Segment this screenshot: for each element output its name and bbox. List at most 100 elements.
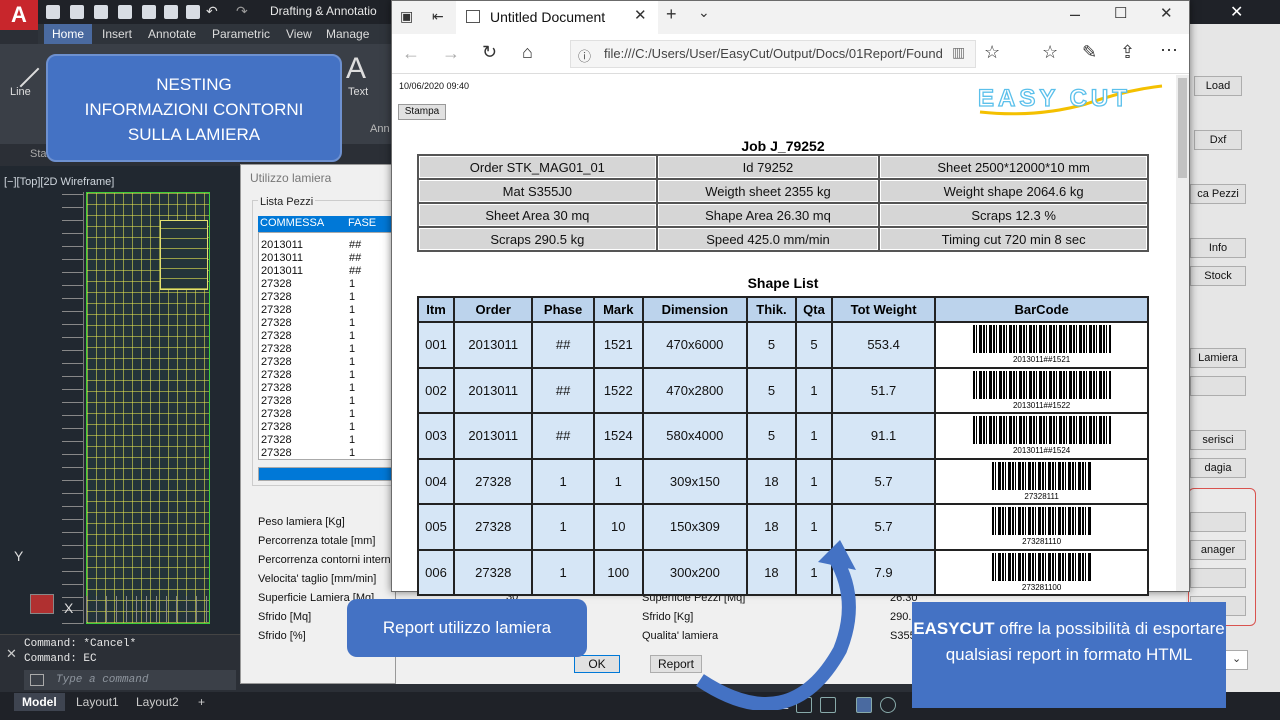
- list-item-fase[interactable]: 1: [349, 291, 355, 304]
- list-item-fase[interactable]: 1: [349, 395, 355, 408]
- close-tab-icon[interactable]: ✕: [634, 6, 647, 24]
- manager-button[interactable]: anager: [1190, 540, 1246, 560]
- list-item-fase[interactable]: 1: [349, 382, 355, 395]
- viewport-label[interactable]: [−][Top][2D Wireframe]: [4, 176, 114, 188]
- list-item-commessa[interactable]: 27328: [261, 317, 292, 330]
- list-item-commessa[interactable]: 2013011: [261, 265, 303, 278]
- refresh-icon[interactable]: ↻: [482, 42, 497, 63]
- list-item-fase[interactable]: ##: [349, 265, 361, 278]
- list-item-fase[interactable]: 1: [349, 356, 355, 369]
- autocad-logo[interactable]: A: [0, 0, 38, 30]
- panel-button[interactable]: [1190, 512, 1246, 532]
- tab-layout2[interactable]: Layout2: [128, 693, 187, 711]
- tab-annotate[interactable]: Annotate: [140, 24, 204, 44]
- column-fase[interactable]: FASE: [348, 217, 376, 229]
- tab-manage[interactable]: Manage: [318, 24, 377, 44]
- ok-button[interactable]: OK: [574, 655, 620, 673]
- list-item-fase[interactable]: ##: [349, 252, 361, 265]
- list-item-fase[interactable]: 1: [349, 421, 355, 434]
- pen-icon[interactable]: ✎: [1082, 42, 1097, 63]
- tab-model[interactable]: Model: [14, 693, 65, 711]
- load-button[interactable]: Load: [1194, 76, 1242, 96]
- scrollbar-thumb[interactable]: [1178, 78, 1187, 178]
- forward-icon[interactable]: →: [442, 43, 460, 64]
- list-item-commessa[interactable]: 27328: [261, 278, 292, 291]
- line-tool-label[interactable]: Line: [10, 86, 31, 98]
- list-item-fase[interactable]: 1: [349, 278, 355, 291]
- lamiera-button[interactable]: Lamiera: [1190, 348, 1246, 368]
- back-icon[interactable]: ←: [402, 43, 420, 64]
- list-item-commessa[interactable]: 27328: [261, 421, 292, 434]
- browser-tab-title[interactable]: Untitled Document: [490, 1, 605, 34]
- list-item-commessa[interactable]: 27328: [261, 447, 292, 460]
- column-commessa[interactable]: COMMESSA: [260, 217, 324, 229]
- close-icon[interactable]: ✕: [1230, 2, 1243, 22]
- chevron-down-icon[interactable]: ⌄: [698, 4, 710, 21]
- list-item-fase[interactable]: 1: [349, 304, 355, 317]
- list-item-commessa[interactable]: 2013011: [261, 252, 303, 265]
- plot-icon[interactable]: [164, 5, 178, 19]
- save-as-icon[interactable]: [118, 5, 132, 19]
- list-item-commessa[interactable]: 27328: [261, 408, 292, 421]
- close-window-icon[interactable]: ✕: [1160, 4, 1173, 22]
- list-item-commessa[interactable]: 27328: [261, 343, 292, 356]
- dxf-button[interactable]: Dxf: [1194, 130, 1242, 150]
- polar-icon[interactable]: [880, 697, 896, 713]
- url-text[interactable]: file:///C:/Users/User/EasyCut/Output/Doc…: [604, 46, 944, 61]
- undo-icon[interactable]: ↶: [206, 3, 218, 20]
- list-item-fase[interactable]: 1: [349, 369, 355, 382]
- list-item-commessa[interactable]: 27328: [261, 356, 292, 369]
- reading-view-icon[interactable]: ▥: [952, 44, 965, 61]
- info-button[interactable]: Info: [1190, 238, 1246, 258]
- command-input[interactable]: Type a command: [24, 670, 236, 690]
- list-item-commessa[interactable]: 27328: [261, 291, 292, 304]
- list-item-commessa[interactable]: 27328: [261, 369, 292, 382]
- tab-insert[interactable]: Insert: [94, 24, 140, 44]
- text-tool-icon[interactable]: A: [346, 52, 366, 86]
- list-item-commessa[interactable]: 27328: [261, 330, 292, 343]
- add-layout-button[interactable]: +: [190, 693, 213, 711]
- new-file-icon[interactable]: [46, 5, 60, 19]
- more-icon[interactable]: ⋯: [1160, 40, 1178, 61]
- list-item-fase[interactable]: 1: [349, 330, 355, 343]
- tab-view[interactable]: View: [278, 24, 320, 44]
- cerca-pezzi-button[interactable]: ca Pezzi: [1190, 184, 1246, 204]
- home-icon[interactable]: ⌂: [522, 42, 533, 63]
- favorites-list-icon[interactable]: ☆: [1042, 42, 1058, 63]
- list-item-commessa[interactable]: 27328: [261, 304, 292, 317]
- open-folder-icon[interactable]: [70, 5, 84, 19]
- list-item-fase[interactable]: ##: [349, 239, 361, 252]
- maximize-icon[interactable]: ☐: [1114, 4, 1127, 22]
- list-item-fase[interactable]: 1: [349, 408, 355, 421]
- share-icon[interactable]: ⇪: [1120, 42, 1135, 63]
- list-item-commessa[interactable]: 27328: [261, 382, 292, 395]
- new-tab-icon[interactable]: +: [666, 4, 677, 25]
- panel-button[interactable]: [1190, 568, 1246, 588]
- chevron-down-icon[interactable]: ⌄: [1232, 652, 1241, 665]
- print-button[interactable]: Stampa: [398, 104, 446, 120]
- stock-button[interactable]: Stock: [1190, 266, 1246, 286]
- list-item-fase[interactable]: 1: [349, 447, 355, 460]
- workspace-switcher[interactable]: Drafting & Annotatio: [270, 4, 377, 18]
- list-item-fase[interactable]: 1: [349, 343, 355, 356]
- list-item-fase[interactable]: 1: [349, 434, 355, 447]
- panel-button[interactable]: [1190, 376, 1246, 396]
- tab-layout1[interactable]: Layout1: [68, 693, 127, 711]
- command-prompt-icon[interactable]: [30, 674, 44, 686]
- favorite-star-icon[interactable]: ☆: [984, 42, 1000, 63]
- tab-preview-icon[interactable]: ⇤: [432, 8, 444, 25]
- inserisci-button[interactable]: serisci: [1190, 430, 1246, 450]
- tab-home[interactable]: Home: [44, 24, 93, 44]
- save-icon[interactable]: [94, 5, 108, 19]
- redo-icon[interactable]: ↷: [236, 3, 248, 20]
- info-icon[interactable]: ⓘ: [578, 46, 591, 65]
- minimize-icon[interactable]: –: [1070, 4, 1080, 25]
- web-icon[interactable]: [142, 5, 156, 19]
- tab-actions-icon[interactable]: ▣: [400, 8, 413, 25]
- adagia-button[interactable]: dagia: [1190, 458, 1246, 478]
- tab-parametric[interactable]: Parametric: [204, 24, 278, 44]
- list-item-commessa[interactable]: 27328: [261, 434, 292, 447]
- list-item-commessa[interactable]: 2013011: [261, 239, 303, 252]
- list-item-fase[interactable]: 1: [349, 317, 355, 330]
- print-icon[interactable]: [186, 5, 200, 19]
